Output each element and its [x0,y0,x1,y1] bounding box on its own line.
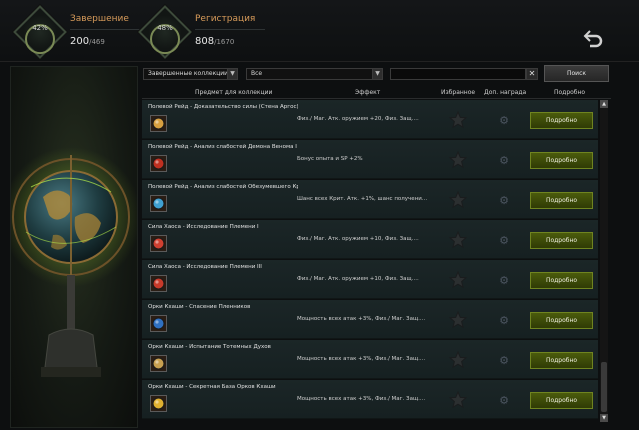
scrollbar[interactable]: ▲ ▼ [600,100,608,422]
registration-total: /1670 [214,38,235,46]
row-effect: Физ./ Маг. Атк. оружием +20, Физ. Защ...… [297,116,419,122]
collection-list: Полевой Рейд - Доказательство силы (Стен… [142,100,598,422]
category-select[interactable]: Завершенные коллекции ▼ [143,68,238,80]
bonus-reward-icon: ⚙ [499,194,509,207]
favorite-star-icon[interactable] [448,270,468,290]
globe-illustration [11,147,137,377]
bonus-reward-icon: ⚙ [499,274,509,287]
column-header-favorite: Избранное [441,89,476,96]
totem-icon [150,355,167,372]
favorite-star-icon[interactable] [448,190,468,210]
registration-divider [195,29,265,30]
bonus-reward-icon: ⚙ [499,154,509,167]
collection-row: Орки Кхаши - Секретная База Орков Кхаши … [142,380,598,419]
chevron-down-icon[interactable]: ▼ [227,69,237,79]
collection-row: Орки Кхаши - Испытание Тотемных Духов Мо… [142,340,598,379]
column-header-item: Предмет для коллекции [195,89,273,96]
completion-total: /469 [89,38,105,46]
bonus-reward-icon: ⚙ [499,314,509,327]
favorite-star-icon[interactable] [448,310,468,330]
favorite-star-icon[interactable] [448,150,468,170]
bonus-reward-icon: ⚙ [499,114,509,127]
favorite-star-icon[interactable] [448,390,468,410]
globe-artwork [10,66,138,428]
row-title: Сила Хаоса - Исследование Племени III [148,264,262,270]
scroll-icon [150,115,167,132]
details-button[interactable]: Подробно [530,272,593,289]
registration-value: 808/1670 [195,36,234,47]
completion-divider [70,29,140,30]
bonus-reward-icon: ⚙ [499,234,509,247]
row-title: Полевой Рейд - Анализ слабостей Обезумев… [148,184,298,190]
collection-row: Орки Кхаши - Спасение Пленников Мощность… [142,300,598,339]
red-orb-icon [150,235,167,252]
details-button[interactable]: Подробно [530,352,593,369]
scroll-up-arrow-icon[interactable]: ▲ [600,100,608,108]
red-crystal-icon [150,155,167,172]
bonus-reward-icon: ⚙ [499,354,509,367]
column-header-details: Подробно [554,89,586,96]
completion-value: 200/469 [70,36,105,47]
details-button[interactable]: Подробно [530,392,593,409]
details-button[interactable]: Подробно [530,152,593,169]
scroll-thumb[interactable] [601,362,607,412]
bonus-reward-icon: ⚙ [499,394,509,407]
row-title: Полевой Рейд - Доказательство силы (Стен… [148,104,298,110]
row-effect: Физ./ Маг. Атк. оружием +10, Физ. Защ...… [297,276,419,282]
search-button[interactable]: Поиск [544,65,609,82]
collection-row: Сила Хаоса - Исследование Племени III Фи… [142,260,598,299]
collection-header: 42% Завершение 200/469 48% Регистрация 8… [0,0,639,62]
column-header-reward: Доп. награда [484,89,527,96]
favorite-star-icon[interactable] [448,110,468,130]
completion-percent: 42% [32,24,48,32]
details-button[interactable]: Подробно [530,192,593,209]
registration-label: Регистрация [195,14,256,24]
blue-rune-icon [150,315,167,332]
row-effect: Мощность всех атак +3%, Физ./ Маг. Защ..… [297,316,426,322]
row-effect: Бонус опыта и SP +2% [297,156,363,162]
collection-row: Полевой Рейд - Анализ слабостей Демона В… [142,140,598,179]
favorite-star-icon[interactable] [448,350,468,370]
scroll-down-arrow-icon[interactable]: ▼ [600,414,608,422]
details-button[interactable]: Подробно [530,232,593,249]
details-button[interactable]: Подробно [530,112,593,129]
clear-search-button[interactable]: ✕ [526,68,538,80]
completion-count: 200 [70,36,90,47]
collection-row: Полевой Рейд - Анализ слабостей Обезумев… [142,180,598,219]
type-select[interactable]: Все ▼ [246,68,383,80]
registration-count: 808 [195,36,215,47]
header-divider [142,98,611,99]
row-title: Орки Кхаши - Спасение Пленников [148,304,251,310]
registration-percent: 48% [157,24,173,32]
gold-coin-icon [150,395,167,412]
row-title: Полевой Рейд - Анализ слабостей Демона В… [148,144,297,150]
favorite-star-icon[interactable] [448,230,468,250]
back-arrow-icon[interactable] [582,27,604,49]
row-title: Орки Кхаши - Испытание Тотемных Духов [148,344,271,350]
type-select-value: Все [251,70,263,77]
blue-gem-icon [150,195,167,212]
collection-row: Полевой Рейд - Доказательство силы (Стен… [142,100,598,139]
row-effect: Шанс всех Крит. Атк. +1%, шанс получени.… [297,196,428,202]
row-title: Орки Кхаши - Секретная База Орков Кхаши [148,384,276,390]
row-effect: Физ./ Маг. Атк. оружием +10, Физ. Защ...… [297,236,419,242]
details-button[interactable]: Подробно [530,312,593,329]
row-effect: Мощность всех атак +3%, Физ./ Маг. Защ..… [297,396,426,402]
search-input[interactable] [390,68,526,80]
category-select-value: Завершенные коллекции [148,70,229,77]
chevron-down-icon[interactable]: ▼ [372,69,382,79]
red-orb-icon [150,275,167,292]
column-header-effect: Эффект [355,89,381,96]
completion-label: Завершение [70,14,129,24]
row-effect: Мощность всех атак +3%, Физ./ Маг. Защ..… [297,356,426,362]
collection-row: Сила Хаоса - Исследование Племени I Физ.… [142,220,598,259]
row-title: Сила Хаоса - Исследование Племени I [148,224,259,230]
